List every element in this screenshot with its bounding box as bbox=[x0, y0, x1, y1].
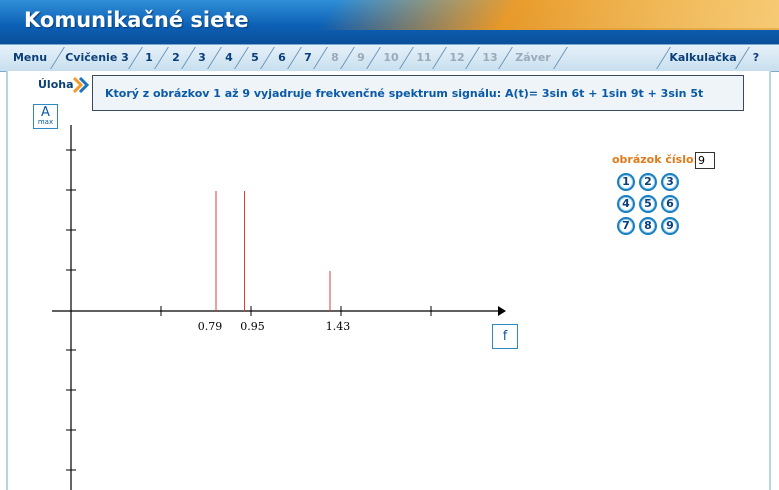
task-text: Ktorý z obrázkov 1 až 9 vyjadruje frekve… bbox=[105, 87, 704, 100]
image-button-8[interactable]: 8 bbox=[639, 217, 657, 235]
app-header: Komunikačné siete bbox=[0, 0, 779, 44]
nav-menu[interactable]: Menu bbox=[10, 48, 50, 68]
nav-cvicenie-3[interactable]: Cvičenie 3 bbox=[63, 48, 131, 68]
image-button-9[interactable]: 9 bbox=[661, 217, 679, 235]
nav-help[interactable]: ? bbox=[748, 48, 764, 68]
app-title: Komunikačné siete bbox=[24, 8, 249, 32]
nav-bar: Menu Cvičenie 3 1 2 3 4 5 6 7 8 9 10 11 … bbox=[0, 44, 779, 72]
image-number-input[interactable]: 9 bbox=[695, 152, 715, 169]
image-button-7[interactable]: 7 bbox=[617, 217, 635, 235]
nav-step-12: 12 bbox=[449, 51, 465, 64]
image-number-label: obrázok číslo: bbox=[612, 153, 698, 166]
image-button-4[interactable]: 4 bbox=[617, 195, 635, 213]
image-button-2[interactable]: 2 bbox=[639, 173, 657, 191]
nav-calculator[interactable]: Kalkulačka bbox=[668, 48, 738, 68]
double-chevron-right-icon bbox=[72, 77, 90, 93]
nav-step-10: 10 bbox=[383, 51, 399, 64]
task-box: Ktorý z obrázkov 1 až 9 vyjadruje frekve… bbox=[92, 75, 744, 111]
image-button-5[interactable]: 5 bbox=[639, 195, 657, 213]
content-area bbox=[6, 71, 771, 490]
header-orange-highlight bbox=[510, 0, 779, 28]
nav-step-13: 13 bbox=[482, 51, 498, 64]
image-button-1[interactable]: 1 bbox=[617, 173, 635, 191]
image-button-6[interactable]: 6 bbox=[661, 195, 679, 213]
nav-separator bbox=[553, 47, 568, 69]
y-axis-amax-button[interactable]: A max bbox=[33, 104, 58, 129]
task-label: Úloha bbox=[38, 78, 74, 91]
nav-step-11: 11 bbox=[416, 51, 432, 64]
amax-sublabel: max bbox=[37, 118, 54, 126]
x-axis-f-button[interactable]: f bbox=[492, 324, 518, 349]
image-button-3[interactable]: 3 bbox=[661, 173, 679, 191]
nav-zaver: Záver bbox=[515, 51, 551, 64]
